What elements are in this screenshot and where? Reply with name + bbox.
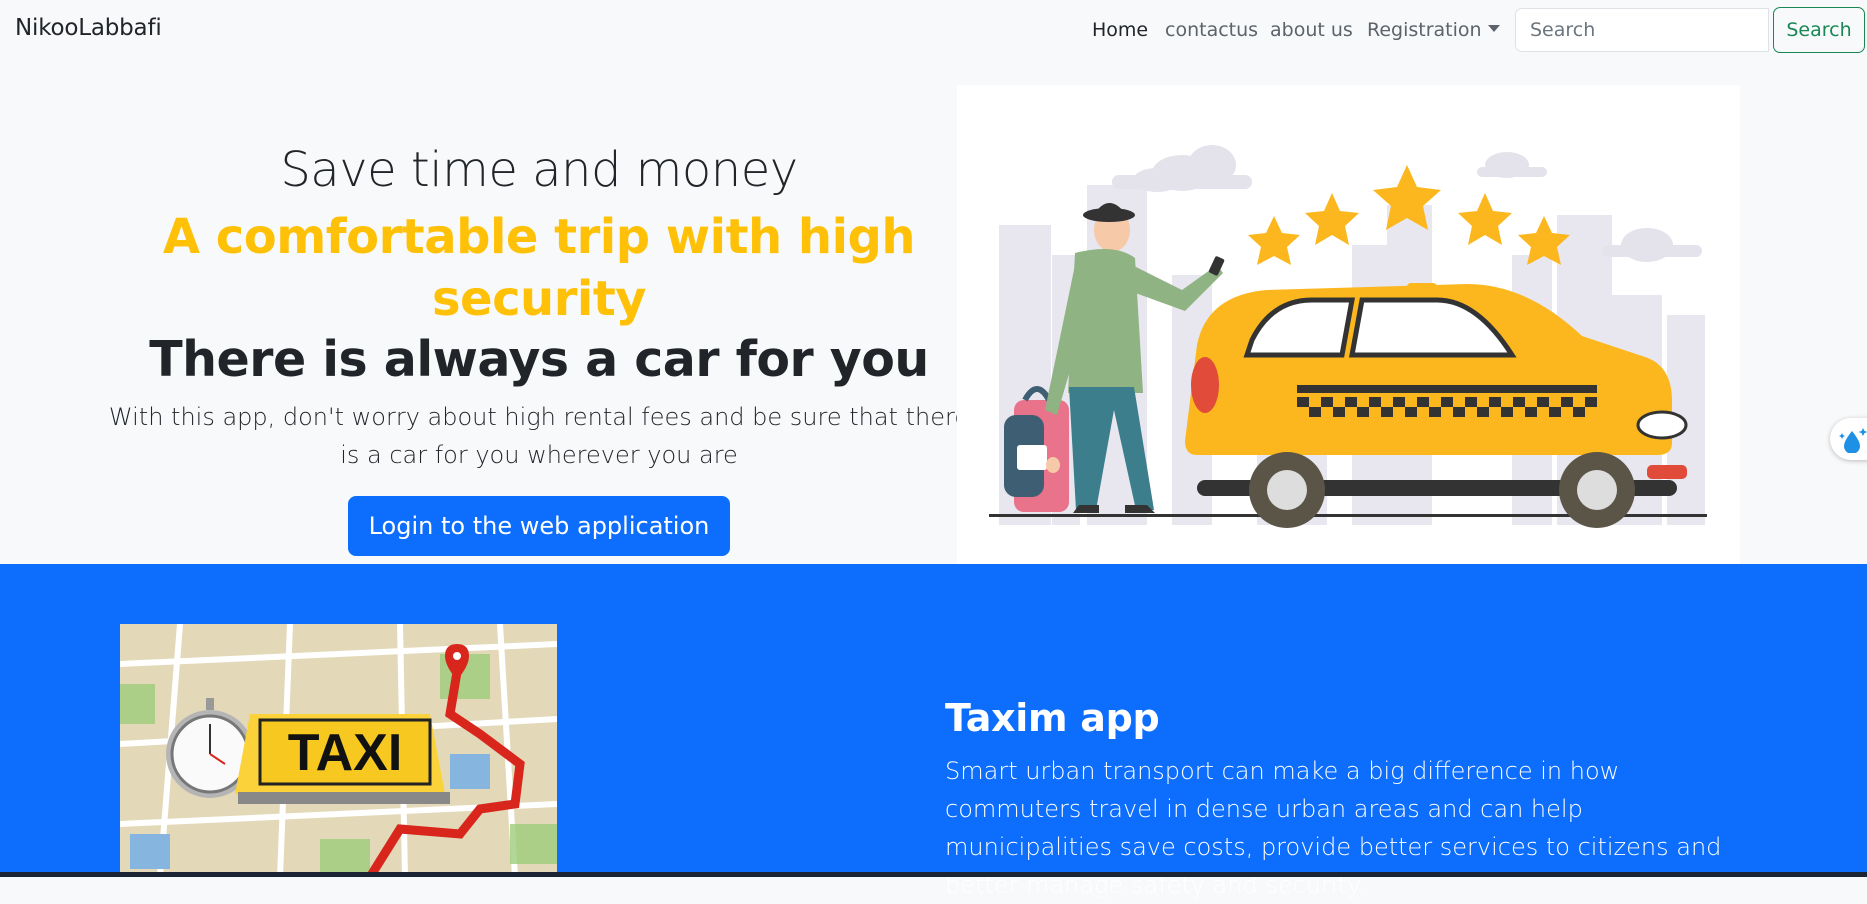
taxi-sign-text: TAXI bbox=[288, 724, 403, 782]
brand-link[interactable]: NikooLabbafi bbox=[15, 15, 162, 41]
login-button[interactable]: Login to the web application bbox=[347, 496, 731, 556]
taskbar-strip bbox=[0, 872, 1867, 877]
search-input[interactable] bbox=[1515, 8, 1769, 52]
taxi-map-svg: TAXI bbox=[120, 624, 557, 877]
hero-text: With this app, don't worry about high re… bbox=[108, 403, 970, 469]
feature-title: Taxim app bbox=[945, 696, 1160, 740]
nav-home[interactable]: Home bbox=[1092, 19, 1148, 41]
feature-section: TAXI Taxim app Smart urban transport can… bbox=[0, 564, 1867, 899]
nav-registration-label: Registration bbox=[1367, 19, 1482, 41]
taxi-illustration-svg bbox=[989, 145, 1707, 528]
hero-title: There is always a car for you bbox=[149, 331, 929, 388]
side-widget-button[interactable] bbox=[1830, 418, 1867, 460]
navbar: NikooLabbafi Home contactus about us Reg… bbox=[0, 0, 1867, 62]
taxi-map-image: TAXI bbox=[120, 624, 557, 877]
hero-tagline: A comfortable trip with high security bbox=[162, 209, 916, 327]
hero-section: Save time and money A comfortable trip w… bbox=[100, 140, 978, 556]
chevron-down-icon bbox=[1487, 25, 1500, 32]
nav-registration-dropdown[interactable]: Registration bbox=[1367, 19, 1500, 41]
nav-about-us[interactable]: about us bbox=[1270, 19, 1353, 41]
nav-contactus[interactable]: contactus bbox=[1165, 19, 1258, 41]
taxi-illustration bbox=[957, 85, 1740, 564]
hero-subtitle: Save time and money bbox=[280, 142, 798, 198]
water-drop-icon bbox=[1839, 428, 1867, 453]
feature-text: Smart urban transport can make a big dif… bbox=[945, 757, 1722, 899]
search-button[interactable]: Search bbox=[1773, 7, 1865, 53]
